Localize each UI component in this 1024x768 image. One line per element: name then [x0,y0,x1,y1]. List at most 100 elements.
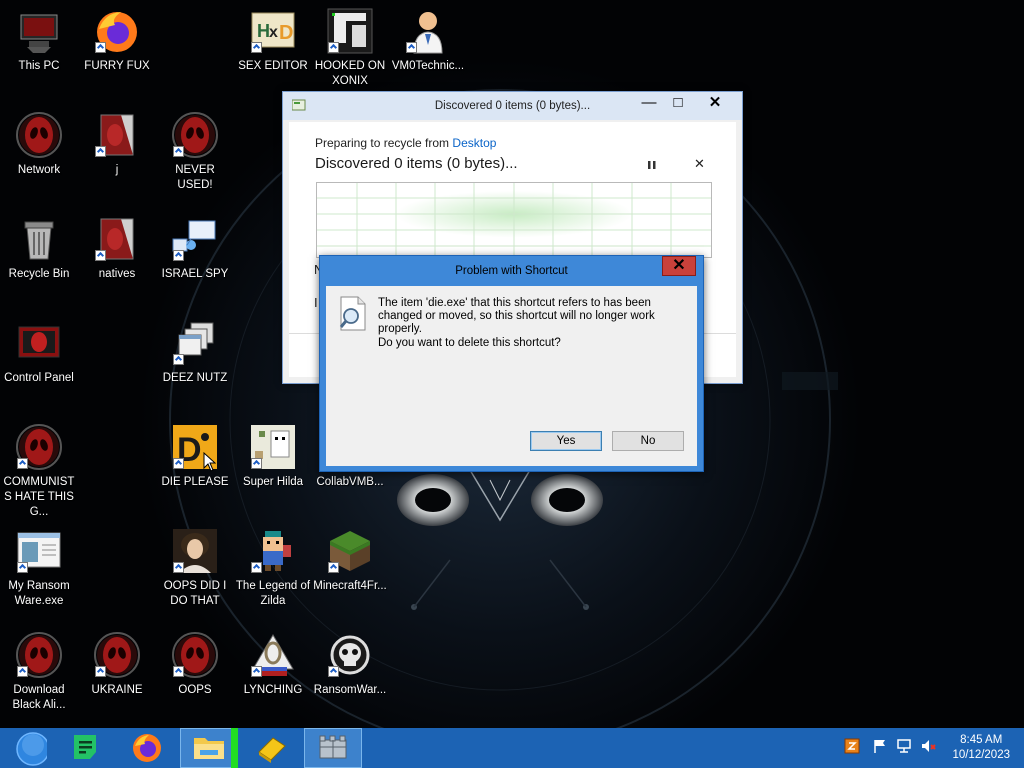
windows-stack-icon [171,319,219,367]
desktop-icon[interactable]: natives [79,215,155,282]
desktop-icon-label: OOPS DID I DO THAT [163,580,227,607]
firefox-icon [93,7,141,55]
dialog-title: Problem with Shortcut [455,265,568,277]
desktop-icon[interactable]: Network [1,111,77,178]
desktop-icon[interactable]: Minecraft4Fr... [312,527,388,594]
desktop-icon[interactable]: FURRY FUX [79,7,155,74]
shortcut-arrow-icon [95,146,106,157]
desktop-icon[interactable]: LYNCHING [235,631,311,698]
desktop-icon[interactable]: ISRAEL SPY [157,215,233,282]
taskbar-app-castle[interactable] [304,728,362,768]
ime-icon[interactable] [844,738,862,756]
desktop-icon-label: Super Hilda [242,476,304,488]
yes-button[interactable]: Yes [530,431,602,451]
network-icon[interactable] [897,738,915,756]
desktop-icon-label: DIE PLEASE [161,476,229,488]
doctor-icon [404,7,452,55]
desktop-icon[interactable]: COMMUNISTS HATE THIS G... [1,423,77,520]
shortcut-arrow-icon [328,562,339,573]
desktop-icon[interactable]: DEEZ NUTZ [157,319,233,386]
active-indicator [231,728,238,768]
obscured-text: I [314,295,318,310]
discovered-status: Discovered 0 items (0 bytes)... [315,155,518,172]
desktop-icon-label: ISRAEL SPY [161,268,229,280]
shortcut-arrow-icon [251,666,262,677]
desktop-icon-label: natives [98,268,136,280]
desktop-icon-label: j [115,164,119,176]
desktop-icon[interactable]: RansomWar... [312,631,388,698]
alien-red-icon [171,631,219,679]
mouse-cursor-icon [203,452,216,472]
pause-button[interactable] [647,159,661,173]
desktop-link[interactable]: Desktop [452,136,496,150]
desktop-icon[interactable]: UKRAINE [79,631,155,698]
desktop-icon-label: VM0Technic... [391,60,465,72]
desktop-icon-label: CollabVMB... [316,476,384,488]
window-app-icon [15,527,63,575]
desktop-icon[interactable]: Download Black Ali... [1,631,77,713]
start-button[interactable] [0,728,54,768]
desktop-icon-label: NEVER USED! [175,164,215,191]
recycle-bin-icon [15,215,63,263]
svg-text:x: x [269,24,278,41]
dialog-close-button[interactable]: ✕ [662,256,696,276]
desktop-icon-label: Network [17,164,61,176]
portrait-icon [171,527,219,575]
dialog-question: Do you want to delete this shortcut? [378,337,561,349]
taskbar-app-file-explorer[interactable] [180,728,238,768]
desktop-icon-label: My Ransom Ware.exe [8,580,70,607]
alien-red-icon [15,423,63,471]
desktop-icon[interactable]: Super Hilda [235,423,311,490]
dialog-content: The item 'die.exe' that this shortcut re… [326,286,697,466]
desktop-icon-label: COMMUNISTS HATE THIS G... [3,476,75,518]
shortcut-arrow-icon [251,458,262,469]
castle-icon [319,735,347,759]
taskbar-app-notepad[interactable] [58,728,112,768]
shortcut-arrow-icon [95,250,106,261]
grass-block-icon [326,527,374,575]
desktop-icon[interactable]: The Legend of Zilda [235,527,311,609]
shortcut-error-dialog[interactable]: Problem with Shortcut ✕ The item 'die.ex… [319,255,704,472]
shortcut-arrow-icon [173,354,184,365]
close-button[interactable]: ✕ [695,92,735,114]
desktop-icon[interactable]: NEVER USED! [157,111,233,193]
desktop-icon[interactable]: j [79,111,155,178]
dialog-message: The item 'die.exe' that this shortcut re… [378,297,655,335]
taskbar-app-box[interactable] [244,728,298,768]
shortcut-arrow-icon [173,250,184,261]
desktop-icon[interactable]: Control Panel [1,319,77,386]
progress-titlebar[interactable]: Discovered 0 items (0 bytes)... — □ ✕ [283,92,742,120]
desktop-icon-label: LYNCHING [243,684,303,696]
minimize-button[interactable]: — [635,92,663,114]
maximize-button[interactable]: □ [665,92,691,114]
cancel-button[interactable]: ✕ [694,156,705,172]
desktop-icon[interactable]: HOOKED ON XONIX [312,7,388,89]
alien-red-icon [93,631,141,679]
shortcut-arrow-icon [17,562,28,573]
shortcut-arrow-icon [251,42,262,53]
pause-icon [648,161,656,169]
desktop-icon[interactable]: OOPS [157,631,233,698]
desktop-icon[interactable]: VM0Technic... [390,7,466,74]
alien-red-icon [15,111,63,159]
alien-red-icon [15,631,63,679]
network-spy-icon [171,215,219,263]
desktop-icon-label: Download Black Ali... [12,684,66,711]
shortcut-arrow-icon [328,666,339,677]
desktop-icon[interactable]: D DIE PLEASE [157,423,233,490]
flag-icon[interactable] [872,738,890,756]
desktop-icon[interactable]: My Ransom Ware.exe [1,527,77,609]
volume-muted-icon[interactable] [920,738,938,756]
no-button[interactable]: No [612,431,684,451]
firefox-icon [133,734,161,762]
desktop-icon[interactable]: This PC [1,7,77,74]
maximize-icon: □ [673,94,683,111]
desktop-icon[interactable]: OOPS DID I DO THAT [157,527,233,609]
desktop-icon[interactable]: Recycle Bin [1,215,77,282]
shortcut-arrow-icon [173,146,184,157]
sticky-box-icon [258,737,286,763]
desktop-icon[interactable]: Hx D SEX EDITOR [235,7,311,74]
system-clock[interactable]: 8:45 AM 10/12/2023 [952,733,1010,763]
preparing-label: Preparing to recycle from [315,136,450,150]
taskbar-app-firefox[interactable] [120,728,174,768]
